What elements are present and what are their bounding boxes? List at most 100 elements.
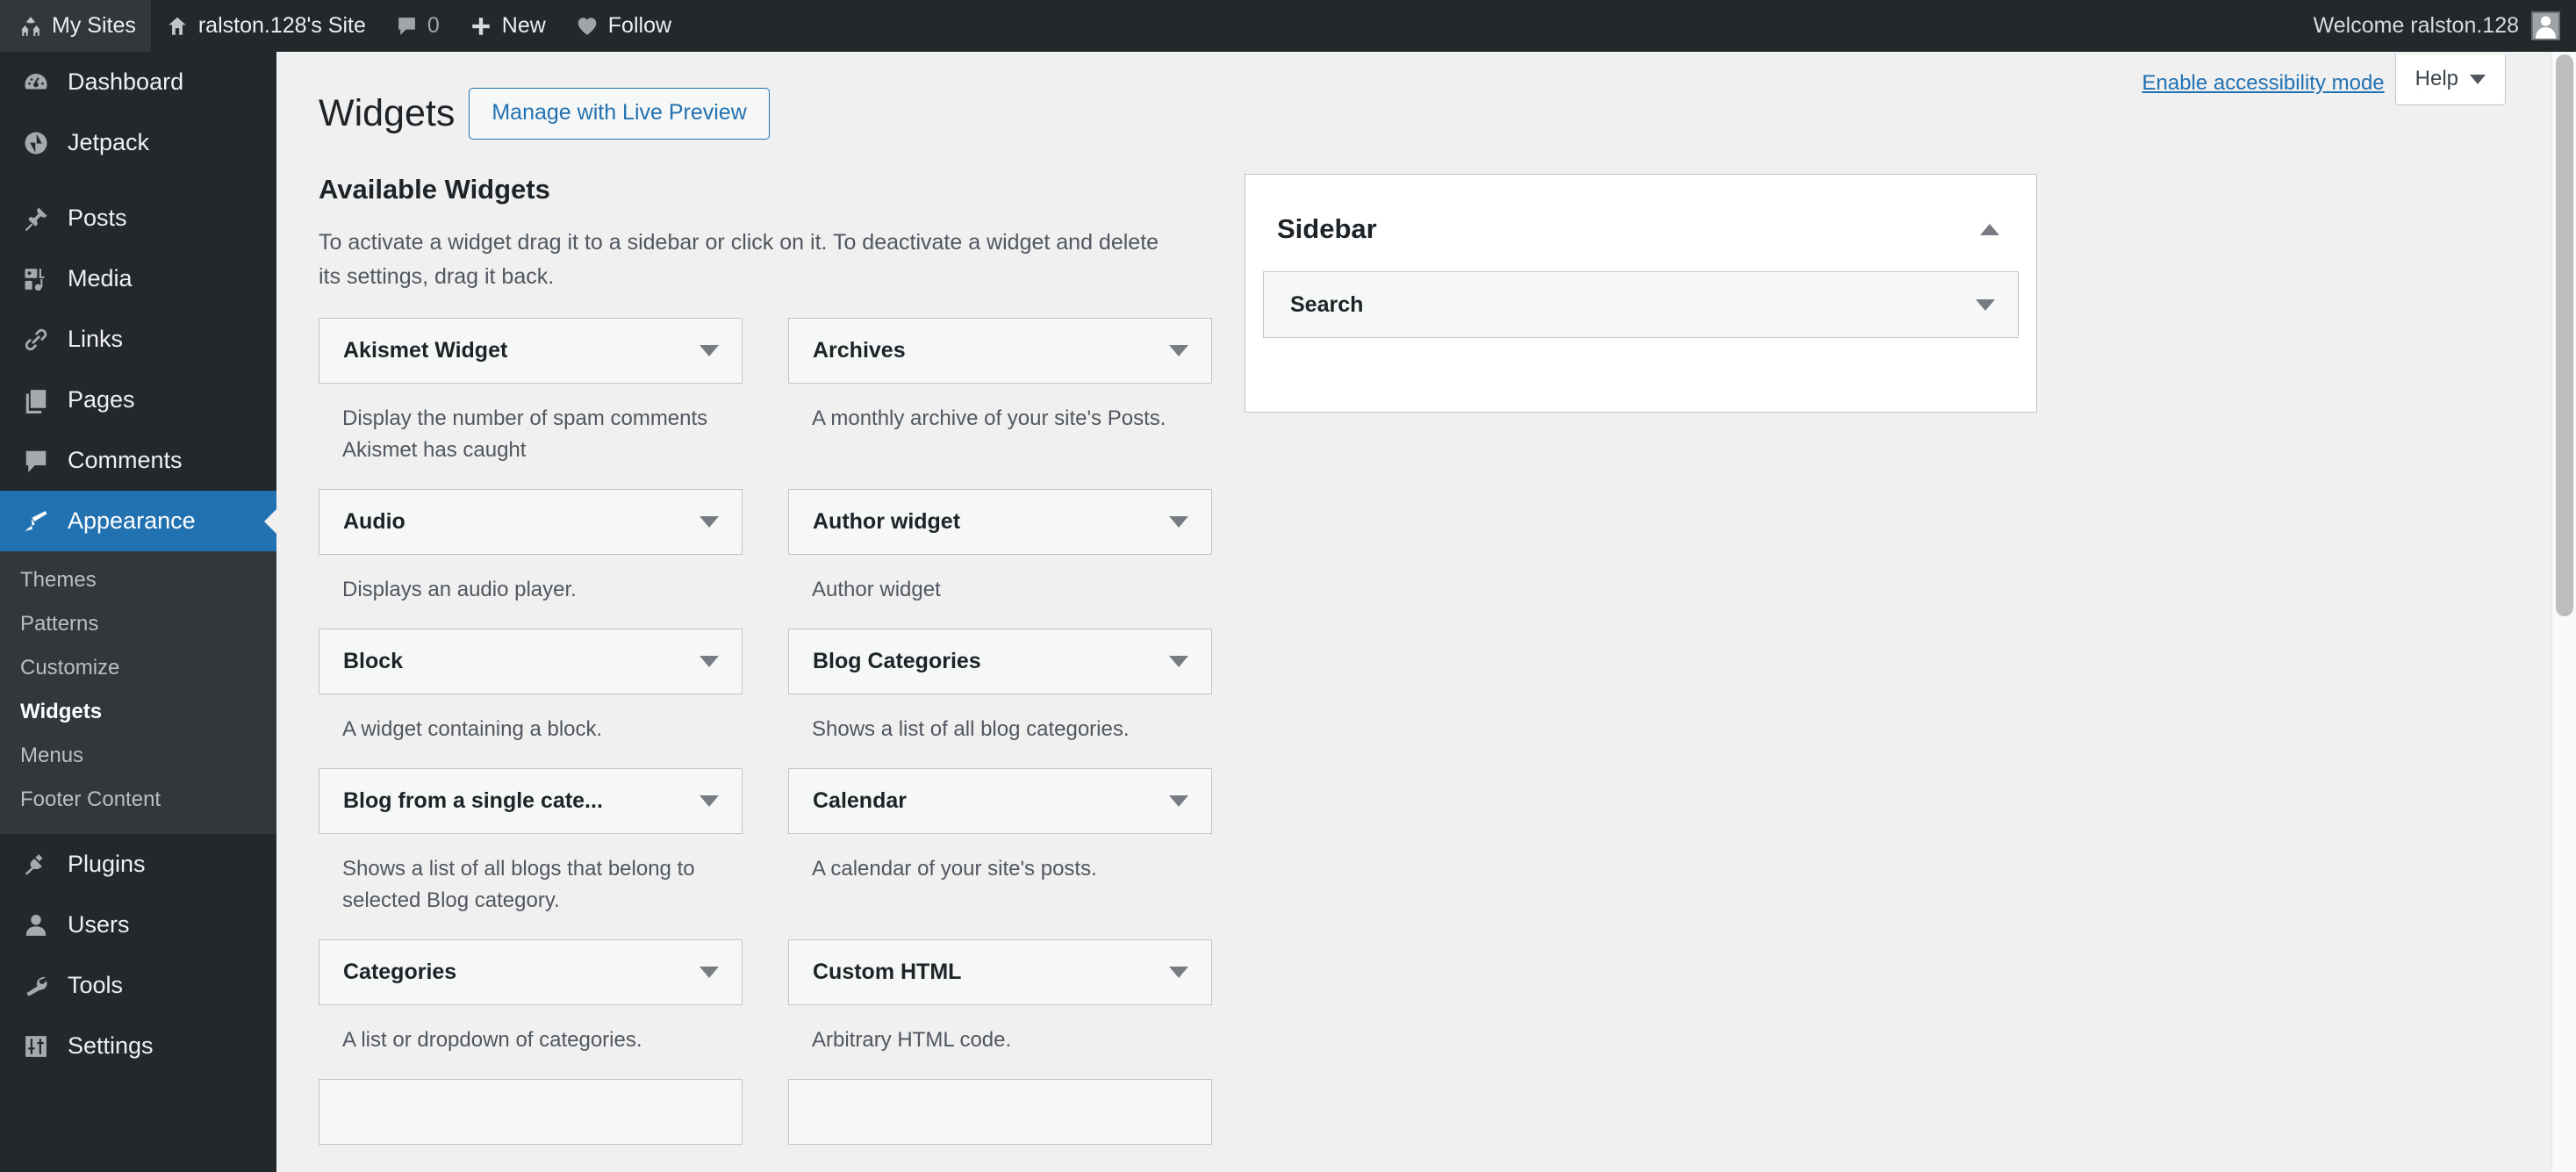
sidebar-item-links[interactable]: Links xyxy=(0,309,276,370)
enable-accessibility-mode-link[interactable]: Enable accessibility mode xyxy=(2142,71,2385,96)
sidebar-item-media[interactable]: Media xyxy=(0,248,276,309)
screen-meta-links: Enable accessibility mode Help xyxy=(2142,52,2506,105)
available-widget-calendar[interactable]: Calendar xyxy=(788,767,1212,834)
manage-with-live-preview-button[interactable]: Manage with Live Preview xyxy=(469,88,770,140)
sidebar-item-pages[interactable]: Pages xyxy=(0,370,276,430)
page-title: Widgets xyxy=(319,91,456,134)
chevron-up-icon[interactable] xyxy=(1980,223,1999,235)
jetpack-icon xyxy=(20,130,52,156)
sidebar-item-comments[interactable]: Comments xyxy=(0,430,276,491)
admin-bar-follow[interactable]: Follow xyxy=(561,0,686,52)
widget-description: A calendar of your site's posts. xyxy=(812,856,1097,881)
available-widget-akismet-widget[interactable]: Akismet Widget xyxy=(319,317,743,384)
admin-bar: My Sites ralston.128's Site 0 New Follow… xyxy=(0,0,2576,52)
chevron-down-icon[interactable] xyxy=(700,655,719,667)
admin-sidebar-menu: Dashboard Jetpack Posts Media Links Page… xyxy=(0,52,277,1172)
widget-description: Displays an audio player. xyxy=(342,577,577,601)
sidebar-item-users[interactable]: Users xyxy=(0,895,276,955)
admin-bar-follow-label: Follow xyxy=(607,13,672,38)
sidebar-widget-search[interactable]: Search xyxy=(1263,271,2019,338)
plug-icon xyxy=(20,852,52,878)
admin-bar-site-name[interactable]: ralston.128's Site xyxy=(151,0,381,52)
chevron-down-icon[interactable] xyxy=(700,795,719,807)
widget-description: Author widget xyxy=(812,577,941,601)
submenu-item-patterns[interactable]: Patterns xyxy=(0,602,276,646)
sidebar-item-pages-label: Pages xyxy=(68,386,135,413)
page-scrollbar[interactable] xyxy=(2551,52,2576,1172)
widget-description: Shows a list of all blogs that belong to… xyxy=(342,856,695,912)
avatar xyxy=(2531,11,2560,40)
widget-cell: Blog from a single cate... Shows a list … xyxy=(319,767,743,939)
sidebar-item-appearance[interactable]: Appearance xyxy=(0,491,277,551)
sidebar-panel-header[interactable]: Sidebar xyxy=(1245,175,2036,271)
widget-cell: Custom HTML Arbitrary HTML code. xyxy=(788,938,1212,1079)
widget-description: A monthly archive of your site's Posts. xyxy=(812,406,1166,430)
sidebar-item-settings-label: Settings xyxy=(68,1032,154,1059)
submenu-item-menus[interactable]: Menus xyxy=(0,734,276,778)
sidebar-item-tools[interactable]: Tools xyxy=(0,955,276,1016)
sidebar-item-jetpack[interactable]: Jetpack xyxy=(0,112,276,173)
widget-description: A list or dropdown of categories. xyxy=(342,1027,642,1052)
admin-bar-new-content[interactable]: New xyxy=(455,0,561,52)
scrollbar-thumb[interactable] xyxy=(2556,54,2573,616)
chevron-down-icon[interactable] xyxy=(1169,966,1188,978)
available-widgets-description: To activate a widget drag it to a sideba… xyxy=(319,230,1159,289)
sidebar-item-comments-label: Comments xyxy=(68,447,183,473)
chevron-down-icon[interactable] xyxy=(1169,655,1188,667)
widget-cell: Audio Displays an audio player. xyxy=(319,488,743,629)
available-widget-archives[interactable]: Archives xyxy=(788,317,1212,384)
available-widget-blog-categories[interactable]: Blog Categories xyxy=(788,628,1212,694)
pin-icon xyxy=(20,205,52,232)
submenu-item-widgets[interactable]: Widgets xyxy=(0,690,276,734)
comments-icon xyxy=(20,448,52,474)
widget-title: Akismet Widget xyxy=(343,337,508,363)
chevron-down-icon[interactable] xyxy=(700,966,719,978)
available-widget-audio[interactable]: Audio xyxy=(319,488,743,555)
sidebars-column: Sidebar Search xyxy=(1245,174,2037,413)
widget-title: Audio xyxy=(343,508,405,534)
sidebar-item-dashboard[interactable]: Dashboard xyxy=(0,52,276,112)
available-widgets-heading: Available Widgets xyxy=(319,174,550,205)
admin-bar-comments[interactable]: 0 xyxy=(381,0,455,52)
chevron-down-icon[interactable] xyxy=(1169,515,1188,528)
sidebar-item-settings[interactable]: Settings xyxy=(0,1016,276,1076)
widget-title: Archives xyxy=(813,337,906,363)
chevron-down-icon[interactable] xyxy=(700,515,719,528)
sidebar-widget-area: Sidebar Search xyxy=(1245,174,2037,413)
admin-bar-welcome-label: Welcome ralston.128 xyxy=(2313,13,2519,38)
chevron-down-icon[interactable] xyxy=(1169,344,1188,356)
admin-bar-my-sites[interactable]: My Sites xyxy=(0,0,151,52)
help-toggle-button[interactable]: Help xyxy=(2394,54,2506,105)
sidebar-widget-list: Search xyxy=(1245,271,2036,338)
available-widget-partial[interactable] xyxy=(319,1078,743,1145)
available-widget-blog-from-a-single-category[interactable]: Blog from a single cate... xyxy=(319,767,743,834)
chevron-down-icon xyxy=(2470,74,2486,84)
help-label: Help xyxy=(2415,67,2458,90)
widget-cell: Calendar A calendar of your site's posts… xyxy=(788,767,1212,939)
sidebar-item-tools-label: Tools xyxy=(68,972,124,998)
available-widget-author-widget[interactable]: Author widget xyxy=(788,488,1212,555)
chevron-down-icon[interactable] xyxy=(1976,298,1995,311)
page-content: Enable accessibility mode Help Widgets M… xyxy=(276,52,2558,1172)
submenu-item-customize[interactable]: Customize xyxy=(0,646,276,690)
settings-sliders-icon xyxy=(20,1033,52,1060)
admin-bar-my-account[interactable]: Welcome ralston.128 xyxy=(2314,0,2576,52)
chevron-down-icon[interactable] xyxy=(700,344,719,356)
widget-cell: Categories A list or dropdown of categor… xyxy=(319,938,743,1079)
available-widget-custom-html[interactable]: Custom HTML xyxy=(788,938,1212,1005)
available-widgets-panel: Available Widgets To activate a widget d… xyxy=(319,174,1262,1145)
dashboard-icon xyxy=(20,69,52,96)
chevron-down-icon[interactable] xyxy=(1169,795,1188,807)
sidebar-item-plugins[interactable]: Plugins xyxy=(0,834,276,895)
sidebar-item-posts-label: Posts xyxy=(68,205,127,231)
submenu-item-footer-content[interactable]: Footer Content xyxy=(0,778,276,822)
available-widgets-grid: Akismet Widget Display the number of spa… xyxy=(319,317,1262,1145)
widget-title: Blog Categories xyxy=(813,648,981,673)
available-widget-partial[interactable] xyxy=(788,1078,1212,1145)
available-widget-categories[interactable]: Categories xyxy=(319,938,743,1005)
sidebar-item-posts[interactable]: Posts xyxy=(0,188,276,248)
widget-cell: Author widget Author widget xyxy=(788,488,1212,629)
widget-title: Categories xyxy=(343,959,457,984)
available-widget-block[interactable]: Block xyxy=(319,628,743,694)
submenu-item-themes[interactable]: Themes xyxy=(0,558,276,602)
